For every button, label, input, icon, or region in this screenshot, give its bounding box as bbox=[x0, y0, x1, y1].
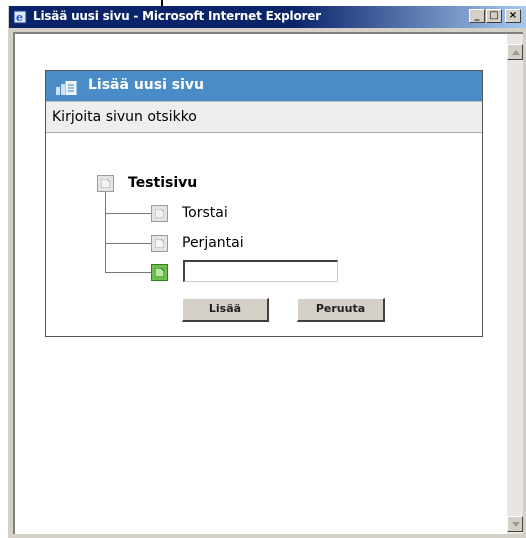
tree-connector-vertical bbox=[105, 192, 106, 273]
add-page-dialog: Lisää uusi sivu Kirjoita sivun otsikko T… bbox=[45, 70, 483, 337]
dialog-title: Lisää uusi sivu bbox=[88, 77, 204, 93]
ie-window: e Lisää uusi sivu - Microsoft Internet E… bbox=[8, 6, 526, 538]
dialog-header: Lisää uusi sivu bbox=[46, 71, 482, 101]
tree-connector-branch bbox=[105, 243, 151, 244]
title-bar[interactable]: e Lisää uusi sivu - Microsoft Internet E… bbox=[9, 6, 526, 28]
tree-root-label[interactable]: Testisivu bbox=[128, 175, 197, 191]
minimize-button[interactable]: _ bbox=[469, 9, 485, 23]
browser-content: Lisää uusi sivu Kirjoita sivun otsikko T… bbox=[13, 32, 523, 534]
window-title: Lisää uusi sivu - Microsoft Internet Exp… bbox=[33, 9, 321, 23]
cancel-button[interactable]: Peruuta bbox=[297, 298, 385, 322]
page-icon bbox=[97, 175, 114, 192]
page-icon bbox=[151, 235, 168, 252]
tree-connector-branch bbox=[105, 272, 151, 273]
dialog-instruction-bar: Kirjoita sivun otsikko bbox=[46, 101, 482, 133]
svg-text:e: e bbox=[16, 11, 23, 24]
tree-child-label[interactable]: Torstai bbox=[182, 205, 228, 221]
close-button[interactable]: × bbox=[505, 9, 521, 23]
new-page-title-input[interactable] bbox=[183, 260, 338, 282]
tree-child-label[interactable]: Perjantai bbox=[182, 235, 244, 251]
internet-explorer-icon: e bbox=[13, 9, 29, 25]
pages-icon bbox=[56, 80, 78, 99]
vertical-scrollbar[interactable] bbox=[507, 34, 523, 534]
page-icon bbox=[151, 205, 168, 222]
scroll-up-icon bbox=[512, 50, 520, 55]
scroll-down-button[interactable] bbox=[507, 516, 523, 532]
dialog-instruction: Kirjoita sivun otsikko bbox=[52, 109, 197, 125]
tree-connector-branch bbox=[105, 213, 151, 214]
add-button[interactable]: Lisää bbox=[182, 298, 269, 322]
maximize-button[interactable]: □ bbox=[486, 9, 502, 23]
scroll-down-icon bbox=[512, 522, 520, 527]
scroll-up-button[interactable] bbox=[507, 44, 523, 60]
new-page-icon bbox=[151, 264, 168, 281]
